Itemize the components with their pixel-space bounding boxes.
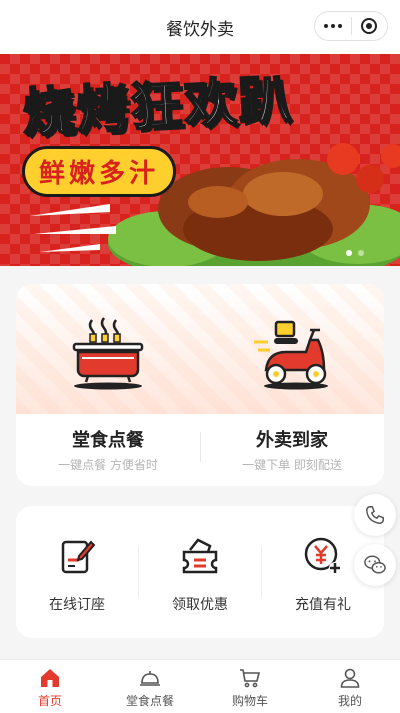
more-dots-icon (323, 24, 342, 28)
dine-in-service[interactable]: 堂食点餐 一键点餐 方便省时 (16, 284, 200, 486)
call-button[interactable] (354, 494, 396, 536)
tab-home[interactable]: 首页 (0, 660, 100, 713)
carousel-dot (358, 250, 364, 256)
tab-label: 堂食点餐 (125, 694, 174, 708)
banner-headline: 烧烤狂欢趴 (20, 68, 295, 145)
recharge-label: 充值有礼 (295, 597, 351, 613)
dine-in-title: 堂食点餐 (72, 430, 144, 451)
coupon-entry[interactable]: 领取优惠 (139, 506, 261, 638)
tab-bar: 首页 堂食点餐 购物车 我的 (0, 659, 400, 713)
target-icon (361, 18, 378, 34)
recharge-icon (304, 537, 341, 574)
coupon-icon (182, 538, 218, 574)
carousel-dot (346, 250, 352, 256)
miniprogram-capsule (314, 11, 388, 41)
wechat-icon (364, 555, 386, 574)
tab-label: 首页 (37, 694, 62, 708)
banner-tagline: 鲜嫩多汁 (22, 146, 177, 197)
close-miniprogram-button[interactable] (352, 12, 388, 40)
delivery-service[interactable]: 外卖到家 一键下单 即刻配送 (200, 284, 384, 486)
speed-rays-decoration (30, 204, 116, 252)
reservation-label: 在线订座 (49, 597, 105, 613)
service-card: 堂食点餐 一键点餐 方便省时 外卖到家 一键下单 即刻配送 (16, 284, 384, 486)
hotpot-icon (72, 317, 144, 390)
home-icon (41, 669, 59, 687)
tab-label: 我的 (337, 694, 362, 708)
scooter-icon (254, 320, 328, 390)
reservation-entry[interactable]: 在线订座 (16, 506, 138, 638)
tab-label: 购物车 (231, 694, 268, 708)
promo-banner[interactable]: 烧烤狂欢趴 鲜嫩多汁 (0, 54, 400, 266)
wechat-service-button[interactable] (354, 544, 396, 586)
tab-dine-in[interactable]: 堂食点餐 (100, 660, 200, 713)
delivery-subtitle: 一键下单 即刻配送 (242, 458, 342, 472)
more-button[interactable] (315, 12, 351, 40)
coupon-label: 领取优惠 (172, 597, 228, 613)
tab-cart[interactable]: 购物车 (200, 660, 300, 713)
tab-profile[interactable]: 我的 (300, 660, 400, 713)
dine-in-icon (140, 671, 160, 686)
page-title: 餐饮外卖 (166, 19, 234, 40)
dine-in-subtitle: 一键点餐 方便省时 (58, 458, 158, 472)
cart-icon (240, 669, 261, 688)
phone-icon (366, 506, 384, 524)
reservation-icon (61, 540, 96, 574)
delivery-title: 外卖到家 (256, 430, 328, 451)
navigation-bar: 餐饮外卖 (0, 0, 400, 54)
carousel-indicator (346, 250, 364, 256)
feature-card: 在线订座 领取优惠 充值有礼 (16, 506, 384, 638)
user-icon (340, 668, 360, 688)
